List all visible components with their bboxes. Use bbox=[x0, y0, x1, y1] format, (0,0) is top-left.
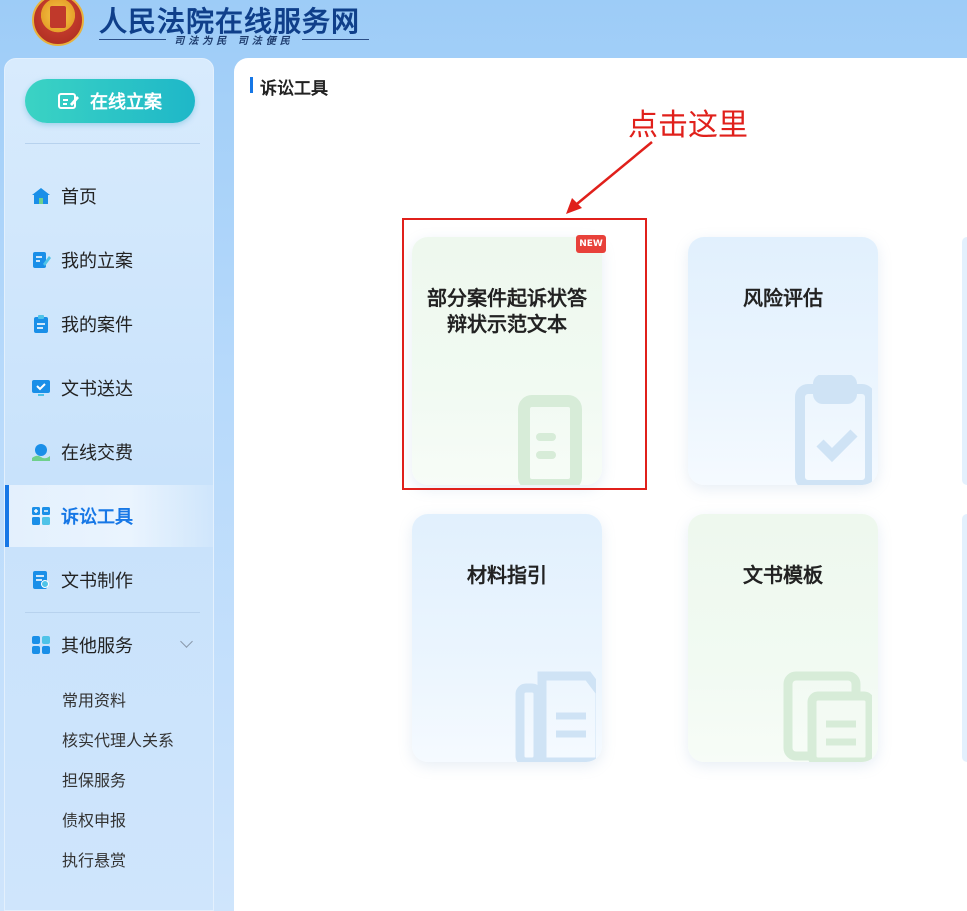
card-risk-assessment[interactable]: 风险评估 bbox=[688, 237, 878, 485]
home-icon bbox=[32, 188, 50, 204]
sidebar-item-label: 在线交费 bbox=[61, 443, 133, 464]
card-partial-right[interactable] bbox=[962, 237, 967, 485]
annotation-arrow-icon bbox=[566, 141, 653, 214]
clipboard-check-icon bbox=[795, 375, 872, 485]
sidebar-item-label: 其他服务 bbox=[61, 636, 133, 657]
slogan-line-left bbox=[99, 38, 167, 40]
sidebar-item-my-cases[interactable]: 我的案件 bbox=[5, 302, 213, 346]
sidebar-item-my-filings[interactable]: 我的立案 bbox=[5, 238, 213, 282]
sidebar-subitem-guarantee[interactable]: 担保服务 bbox=[62, 767, 126, 791]
template-icon bbox=[783, 671, 872, 762]
chevron-down-icon[interactable] bbox=[180, 635, 193, 648]
card-title: 材料指引 bbox=[467, 563, 547, 587]
monitor-check-icon bbox=[32, 380, 50, 396]
sidebar-item-other-services[interactable]: 其他服务 bbox=[5, 623, 213, 667]
calculator-icon bbox=[32, 507, 50, 525]
documents-icon bbox=[515, 671, 596, 762]
sidebar-item-label: 我的案件 bbox=[61, 315, 133, 336]
sidebar-subitem-verify-agent[interactable]: 核实代理人关系 bbox=[62, 727, 174, 751]
edit-icon bbox=[58, 93, 79, 109]
online-filing-label: 在线立案 bbox=[90, 92, 162, 113]
card-title: 文书模板 bbox=[743, 563, 823, 587]
card-partial-right[interactable] bbox=[962, 514, 967, 762]
card-material-guide[interactable]: 材料指引 bbox=[412, 514, 602, 762]
sidebar-item-online-payment[interactable]: 在线交费 bbox=[5, 430, 213, 474]
sidebar-subitem-common-materials[interactable]: 常用资料 bbox=[62, 687, 126, 711]
highlight-box bbox=[402, 218, 647, 490]
document-search-icon bbox=[33, 571, 49, 589]
card-title: 风险评估 bbox=[743, 286, 823, 310]
site-slogan: 司法为民 司法便民 bbox=[99, 32, 370, 47]
slogan-line-right bbox=[301, 38, 370, 40]
sidebar-divider bbox=[25, 612, 200, 613]
sidebar-item-label: 诉讼工具 bbox=[61, 507, 133, 528]
sidebar-subitem-enforcement-reward[interactable]: 执行悬赏 bbox=[62, 847, 126, 871]
slogan-text: 司法为民 司法便民 bbox=[174, 35, 294, 47]
sidebar-item-litigation-tools[interactable]: 诉讼工具 bbox=[5, 485, 213, 547]
sidebar-item-doc-delivery[interactable]: 文书送达 bbox=[5, 366, 213, 410]
payment-icon bbox=[32, 444, 50, 461]
court-emblem-icon bbox=[32, 0, 84, 46]
online-filing-button[interactable]: 在线立案 bbox=[25, 79, 195, 123]
clipboard-icon bbox=[34, 315, 48, 333]
card-doc-template[interactable]: 文书模板 bbox=[688, 514, 878, 762]
sidebar-item-label: 文书送达 bbox=[61, 379, 133, 400]
file-edit-icon bbox=[33, 252, 51, 268]
sidebar-item-label: 文书制作 bbox=[61, 571, 133, 592]
sidebar-item-label: 首页 bbox=[61, 187, 97, 208]
sidebar-item-doc-creation[interactable]: 文书制作 bbox=[5, 558, 213, 602]
sidebar-subitem-claim-declaration[interactable]: 债权申报 bbox=[62, 807, 126, 831]
sidebar-item-home[interactable]: 首页 bbox=[5, 174, 213, 218]
sidebar-divider bbox=[25, 143, 200, 144]
sidebar-item-label: 我的立案 bbox=[61, 251, 133, 272]
sidebar: 在线立案 首页 我的立案 我的案件 文书送达 在线交费 诉讼工具 文书制作 其他… bbox=[4, 58, 214, 911]
site-header: 人民法院在线服务网 司法为民 司法便民 bbox=[0, 0, 967, 58]
section-title: 诉讼工具 bbox=[250, 74, 328, 99]
grid-icon bbox=[32, 636, 50, 654]
